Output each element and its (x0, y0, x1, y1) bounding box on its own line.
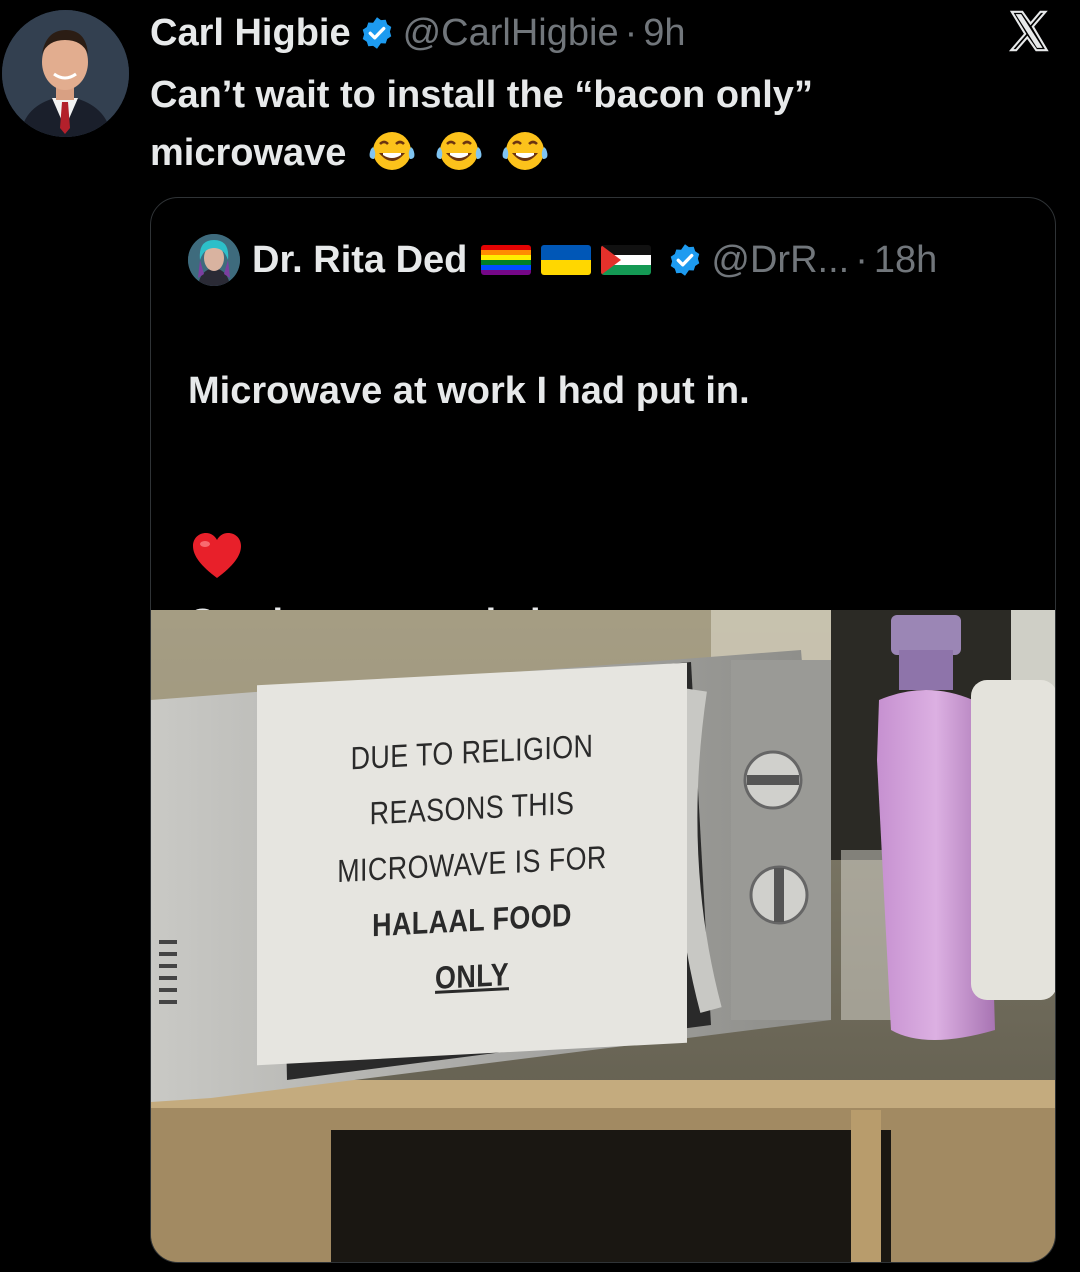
ukraine-flag-icon (541, 245, 592, 275)
palestine-flag-icon (601, 245, 652, 275)
attached-photo[interactable]: DUE TO RELIGION REASONS THIS MICROWAVE I… (151, 610, 1055, 1262)
author-name[interactable]: Carl Higbie (150, 12, 351, 55)
tears-of-joy-emoji-icon (367, 129, 417, 173)
halaal-sign: DUE TO RELIGION REASONS THIS MICROWAVE I… (257, 662, 687, 1066)
tweet-timestamp[interactable]: 9h (643, 12, 685, 55)
quoted-tweet-header: Dr. Rita Ded @DrR... · 18h (188, 234, 937, 286)
tweet-header: Carl Higbie @CarlHigbie · 9h (150, 8, 686, 58)
tweet-body: Can’t wait to install the “bacon only” m… (150, 66, 1030, 182)
quoted-text-line-1: Microwave at work I had put in. (188, 370, 750, 412)
quoted-tweet-card[interactable]: Dr. Rita Ded @DrR... · 18h Microwave at … (150, 197, 1056, 1263)
author-handle[interactable]: @CarlHigbie (403, 12, 619, 55)
quoted-time-separator: · (855, 238, 868, 281)
author-avatar[interactable] (2, 10, 129, 137)
quoted-author-avatar[interactable] (188, 234, 240, 286)
quoted-author-handle[interactable]: @DrR... (711, 239, 849, 282)
tears-of-joy-emoji-icon (500, 129, 550, 173)
quoted-timestamp[interactable]: 18h (874, 239, 937, 282)
quoted-author-name[interactable]: Dr. Rita Ded (252, 239, 467, 282)
time-separator: · (624, 11, 638, 54)
tweet-text-line-2-text: microwave (150, 132, 347, 174)
quoted-text-spacer (188, 478, 1028, 536)
tweet-text-line-1: Can’t wait to install the “bacon only” (150, 74, 813, 116)
verified-badge-icon (359, 15, 395, 51)
x-logo-icon (1006, 8, 1052, 54)
quoted-verified-badge-icon (667, 242, 703, 278)
tweet-text-line-2: microwave (150, 124, 1030, 182)
red-heart-emoji-icon (191, 532, 243, 580)
rainbow-flag-icon (481, 245, 532, 275)
tears-of-joy-emoji-icon (434, 129, 484, 173)
